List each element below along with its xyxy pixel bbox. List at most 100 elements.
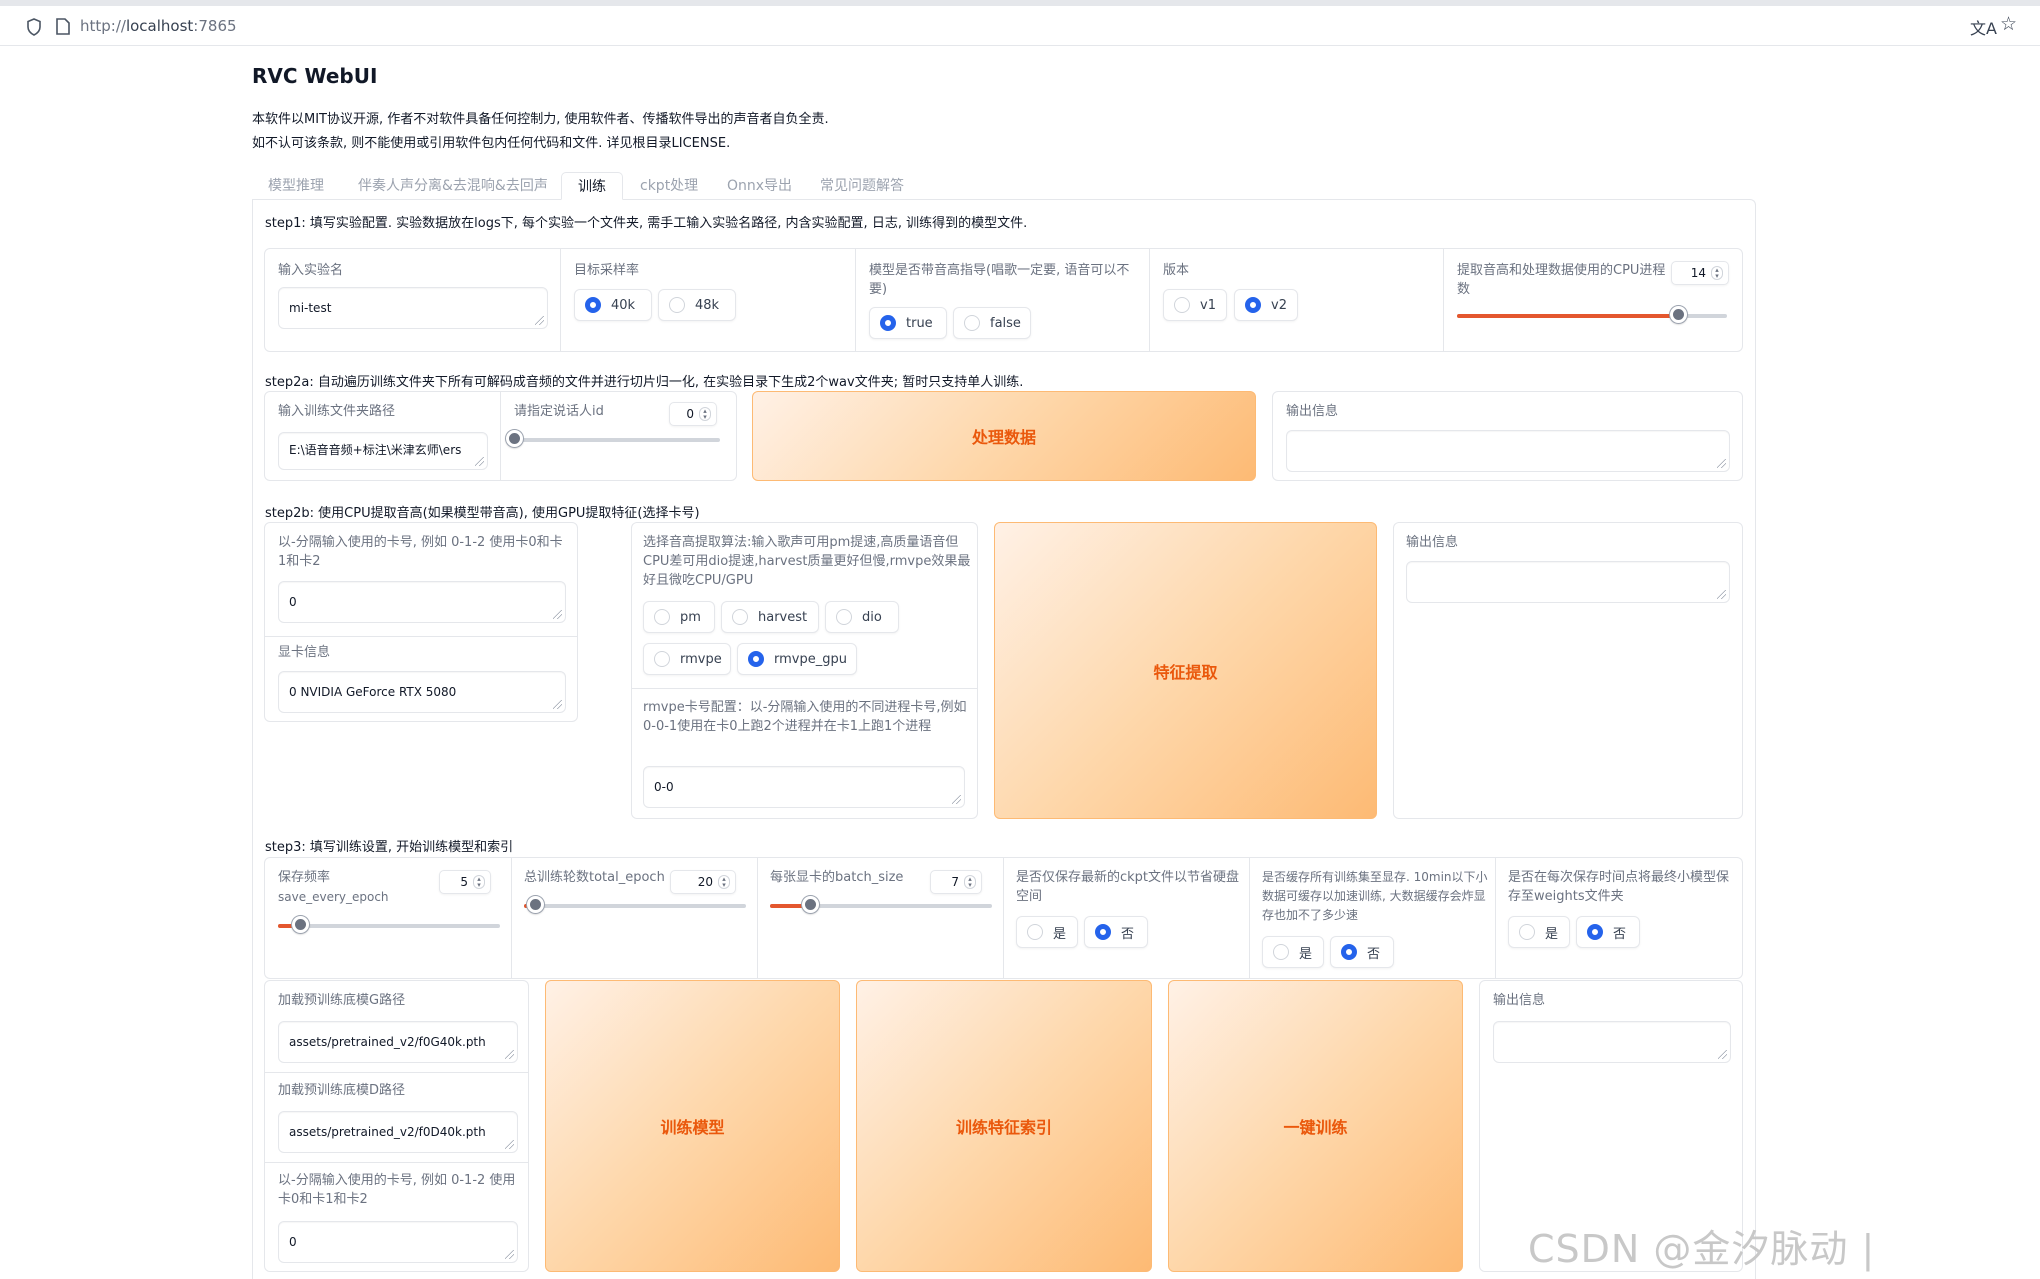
radio-dot	[1095, 924, 1111, 940]
translate-icon[interactable]: 文A	[1970, 15, 1997, 39]
tab-inference[interactable]: 模型推理	[268, 172, 324, 200]
step2b-output: 输出信息	[1393, 522, 1743, 819]
cpu-processes-number[interactable]: 14 ▴ ▾	[1671, 261, 1729, 285]
radio-method-harvest[interactable]: harvest	[721, 601, 819, 633]
step2b-output-textbox[interactable]	[1406, 561, 1730, 603]
step2a-output-textbox[interactable]	[1286, 430, 1730, 472]
one-click-train-button[interactable]: 一键训练	[1168, 980, 1463, 1272]
total-epoch-cell: 总训练轮数total_epoch 20 ▴ ▾	[512, 858, 758, 978]
resize-grip[interactable]	[553, 610, 562, 619]
save-freq-number[interactable]: 5 ▴ ▾	[439, 870, 491, 894]
speaker-id-slider-track[interactable]	[514, 438, 720, 442]
exp-name-input[interactable]: mi-test	[278, 287, 548, 329]
radio-method-rmvpe[interactable]: rmvpe	[643, 643, 731, 675]
sample-rate-label: 目标采样率	[574, 263, 640, 278]
tab-ckpt[interactable]: ckpt处理	[640, 172, 698, 200]
radio-version-v1[interactable]: v1	[1163, 289, 1227, 321]
feature-extract-button[interactable]: 特征提取	[994, 522, 1377, 819]
save-freq-slider-thumb[interactable]	[292, 916, 310, 933]
batch-size-number[interactable]: 7 ▴ ▾	[930, 870, 982, 894]
save-weights-cell: 是否在每次保存时间点将最终小模型保存至weights文件夹 是 否	[1496, 858, 1742, 978]
gpu-info-textbox[interactable]: 0 NVIDIA GeForce RTX 5080	[278, 671, 566, 713]
resize-grip[interactable]	[505, 1050, 514, 1059]
tab-faq[interactable]: 常见问题解答	[820, 172, 904, 200]
resize-grip[interactable]	[1718, 1050, 1727, 1059]
radio-method-rmvpe-gpu[interactable]: rmvpe_gpu	[737, 643, 857, 675]
speaker-id-number[interactable]: 0 ▴ ▾	[669, 402, 717, 426]
train-folder-input[interactable]: E:\语音音频+标注\米津玄师\ers	[278, 432, 488, 470]
step2b-gpu-column: 以-分隔输入使用的卡号, 例如 0-1-2 使用卡0和卡1和卡2 0 显卡信息 …	[264, 522, 578, 722]
save-weights-label: 是否在每次保存时间点将最终小模型保存至weights文件夹	[1508, 870, 1730, 904]
sample-rate-cell: 目标采样率 40k 48k	[561, 249, 856, 351]
cpu-processes-label: 提取音高和处理数据使用的CPU进程数	[1457, 263, 1666, 297]
radio-weights-no[interactable]: 否	[1576, 916, 1640, 948]
process-data-button[interactable]: 处理数据	[752, 391, 1256, 481]
radio-weights-yes[interactable]: 是	[1508, 916, 1570, 948]
tab-separation[interactable]: 伴奏人声分离&去混响&去回声	[358, 172, 548, 200]
bookmark-star-icon[interactable]: ☆	[2000, 13, 2017, 35]
radio-version-v2[interactable]: v2	[1234, 289, 1298, 321]
radio-f0-false[interactable]: false	[953, 307, 1031, 339]
train-gpus-input[interactable]: 0	[278, 1221, 518, 1263]
spin-arrows-icon[interactable]: ▴ ▾	[1711, 266, 1723, 280]
radio-method-dio[interactable]: dio	[825, 601, 899, 633]
shield-icon[interactable]	[26, 18, 42, 36]
address-bar[interactable]: http://localhost:7865 文A ☆	[0, 6, 2040, 46]
radio-method-pm[interactable]: pm	[643, 601, 715, 633]
pitch-guidance-cell: 模型是否带音高指导(唱歌一定要, 语音可以不要) true false	[856, 249, 1150, 351]
resize-grip[interactable]	[475, 457, 484, 466]
resize-grip[interactable]	[1717, 590, 1726, 599]
total-epoch-number[interactable]: 20 ▴ ▾	[670, 870, 736, 894]
radio-latest-yes[interactable]: 是	[1016, 916, 1078, 948]
radio-dot	[654, 609, 670, 625]
spin-arrows-icon[interactable]: ▴ ▾	[473, 875, 485, 889]
pretrained-g-input[interactable]: assets/pretrained_v2/f0G40k.pth	[278, 1021, 518, 1063]
radio-dot	[1519, 924, 1535, 940]
resize-grip[interactable]	[505, 1250, 514, 1259]
spin-arrows-icon[interactable]: ▴ ▾	[718, 875, 730, 889]
pretrained-d-label: 加载预训练底模D路径	[278, 1083, 406, 1098]
radio-f0-true[interactable]: true	[869, 307, 947, 339]
step2a-title: step2a: 自动遍历训练文件夹下所有可解码成音频的文件并进行切片归一化, 在…	[265, 375, 1024, 390]
step3-output-textbox[interactable]	[1493, 1021, 1731, 1063]
train-model-button[interactable]: 训练模型	[545, 980, 840, 1272]
radio-dot	[585, 297, 601, 313]
resize-grip[interactable]	[505, 1140, 514, 1149]
resize-grip[interactable]	[952, 795, 961, 804]
cpu-processes-slider-thumb[interactable]	[1670, 306, 1688, 323]
rmvpe-gpus-input[interactable]: 0-0	[643, 766, 965, 808]
step2a-output: 输出信息	[1272, 391, 1743, 481]
total-epoch-slider-track[interactable]	[524, 904, 746, 908]
radio-dot	[964, 315, 980, 331]
tab-onnx[interactable]: Onnx导出	[727, 172, 792, 200]
train-index-button[interactable]: 训练特征索引	[856, 980, 1152, 1272]
step2b-title: step2b: 使用CPU提取音高(如果模型带音高), 使用GPU提取特征(选择…	[265, 506, 700, 521]
resize-grip[interactable]	[1717, 459, 1726, 468]
resize-grip[interactable]	[535, 316, 544, 325]
radio-dot	[732, 609, 748, 625]
slider-fill	[1457, 314, 1679, 318]
cache-gpu-label: 是否缓存所有训练集至显存. 10min以下小数据可缓存以加速训练, 大数据缓存会…	[1262, 870, 1488, 922]
spin-arrows-icon[interactable]: ▴ ▾	[699, 407, 711, 421]
radio-sr-48k[interactable]: 48k	[658, 289, 736, 321]
radio-cache-yes[interactable]: 是	[1262, 936, 1324, 968]
spin-arrows-icon[interactable]: ▴ ▾	[964, 875, 976, 889]
radio-dot	[880, 315, 896, 331]
total-epoch-slider-thumb[interactable]	[527, 896, 545, 913]
save-freq-slider-track[interactable]	[278, 924, 500, 928]
tab-train[interactable]: 训练	[561, 172, 623, 200]
speaker-id-slider-thumb[interactable]	[506, 430, 523, 447]
batch-size-slider-thumb[interactable]	[801, 896, 819, 913]
output-label: 输出信息	[1406, 535, 1459, 550]
radio-cache-no[interactable]: 否	[1330, 936, 1394, 968]
resize-grip[interactable]	[553, 700, 562, 709]
radio-latest-no[interactable]: 否	[1084, 916, 1148, 948]
radio-dot	[836, 609, 852, 625]
app-description-line2: 如不认可该条款, 则不能使用或引用软件包内任何代码和文件. 详见根目录LICEN…	[252, 136, 731, 151]
batch-size-cell: 每张显卡的batch_size 7 ▴ ▾	[758, 858, 1004, 978]
gpus-input[interactable]: 0	[278, 581, 566, 623]
step3-pretrained-column: 加载预训练底模G路径 assets/pretrained_v2/f0G40k.p…	[264, 980, 529, 1272]
pretrained-d-input[interactable]: assets/pretrained_v2/f0D40k.pth	[278, 1111, 518, 1153]
url-text[interactable]: http://localhost:7865	[80, 16, 237, 36]
radio-sr-40k[interactable]: 40k	[574, 289, 652, 321]
